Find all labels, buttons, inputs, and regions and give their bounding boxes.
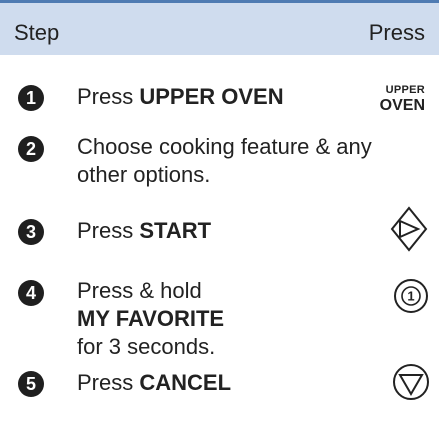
step-text-5: Press CANCEL xyxy=(77,370,232,395)
header-step: Step xyxy=(14,20,60,45)
step-text-3: Press START xyxy=(77,218,212,243)
step-text-2: Choose cooking feature & any other option… xyxy=(77,134,372,187)
step-text-4: Press & hold MY FAVORITE for 3 seconds. xyxy=(77,278,225,359)
table-header: Step Press xyxy=(0,3,439,55)
step-number-4: 4 xyxy=(18,280,44,306)
header-press: Press xyxy=(368,20,425,45)
step-number-2: 2 xyxy=(18,136,44,162)
step-text-1: Press UPPER OVEN xyxy=(77,84,284,109)
step-number-1: 1 xyxy=(18,85,44,111)
cancel-icon[interactable] xyxy=(392,363,430,401)
my-favorite-icon[interactable]: 1 xyxy=(393,278,429,314)
step-number-3: 3 xyxy=(18,219,44,245)
step-number-5: 5 xyxy=(18,371,44,397)
my-favorite-icon-number: 1 xyxy=(407,289,414,304)
upper-oven-button[interactable]: UPPER OVEN xyxy=(380,84,425,115)
start-diamond-icon[interactable] xyxy=(389,205,429,253)
